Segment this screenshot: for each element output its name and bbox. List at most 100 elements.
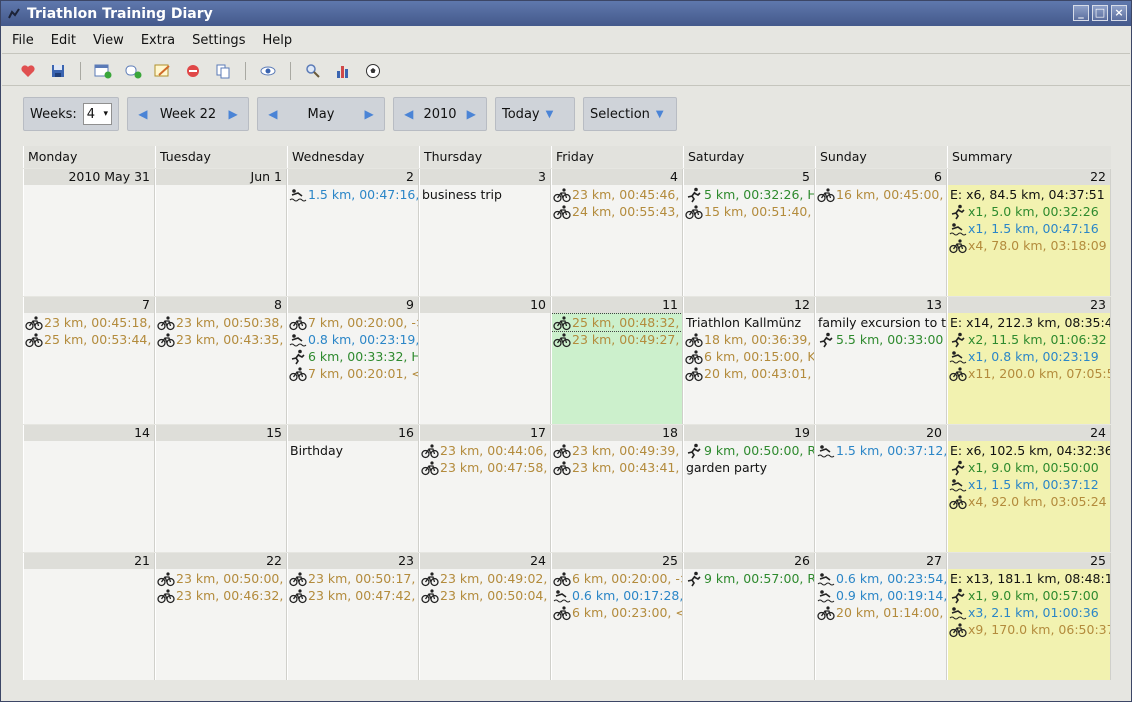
bike-entry[interactable]: 6 km, 00:20:00, -> bbox=[552, 570, 682, 587]
note-entry[interactable]: Triathlon Kallmünz bbox=[684, 314, 814, 331]
bike-entry[interactable]: 23 km, 00:50:17, - bbox=[288, 570, 418, 587]
selection-button[interactable]: Selection ▼ bbox=[583, 97, 677, 131]
note-entry[interactable]: business trip bbox=[420, 186, 550, 203]
today-button[interactable]: Today ▼ bbox=[495, 97, 575, 131]
day-cell[interactable]: 16 Birthday bbox=[287, 425, 419, 552]
note-entry[interactable]: garden party bbox=[684, 459, 814, 476]
prev-week-button[interactable]: ◀ bbox=[134, 102, 152, 126]
run-entry[interactable]: 5 km, 00:32:26, Ha bbox=[684, 186, 814, 203]
bike-entry[interactable]: 23 km, 00:43:41, < bbox=[552, 459, 682, 476]
run-entry[interactable]: x1, 9.0 km, 00:57:00 bbox=[948, 587, 1110, 604]
summary-total[interactable]: E: x14, 212.3 km, 08:35:46 bbox=[948, 314, 1110, 331]
run-entry[interactable]: 5.5 km, 00:33:00 bbox=[816, 331, 946, 348]
swim-entry[interactable]: 0.6 km, 00:17:28, I bbox=[552, 587, 682, 604]
day-cell[interactable]: 14 bbox=[23, 425, 155, 552]
minimize-button[interactable]: _ bbox=[1073, 5, 1089, 21]
next-month-button[interactable]: ▶ bbox=[360, 102, 378, 126]
new-entry-icon[interactable] bbox=[89, 58, 117, 84]
day-cell[interactable]: 19 9 km, 00:50:00, Ra garden party bbox=[683, 425, 815, 552]
day-cell[interactable]: 6 16 km, 00:45:00, < bbox=[815, 169, 947, 296]
day-cell[interactable]: 7 23 km, 00:45:18, - 25 km, 00:53:44, < bbox=[23, 297, 155, 424]
menu-file[interactable]: File bbox=[2, 33, 40, 48]
day-cell[interactable]: 4 23 km, 00:45:46, - 24 km, 00:55:43, < bbox=[551, 169, 683, 296]
prev-year-button[interactable]: ◀ bbox=[400, 102, 418, 126]
bike-entry[interactable]: 15 km, 00:51:40, - bbox=[684, 203, 814, 220]
menu-view[interactable]: View bbox=[82, 33, 130, 48]
day-cell[interactable]: 9 7 km, 00:20:00, -> 0.8 km, 00:23:19, I 6 … bbox=[287, 297, 419, 424]
prev-month-button[interactable]: ◀ bbox=[264, 102, 282, 126]
bike-entry[interactable]: 7 km, 00:20:00, -> bbox=[288, 314, 418, 331]
menu-extra[interactable]: Extra bbox=[130, 33, 181, 48]
day-cell[interactable]: 20 1.5 km, 00:37:12, I bbox=[815, 425, 947, 552]
day-cell[interactable]: Jun 1 bbox=[155, 169, 287, 296]
day-cell[interactable]: 22 23 km, 00:50:00, - 23 km, 00:46:32, < bbox=[155, 553, 287, 680]
maximize-button[interactable]: □ bbox=[1092, 5, 1108, 21]
bike-entry[interactable]: 23 km, 00:47:42, < bbox=[288, 587, 418, 604]
bike-entry[interactable]: 23 km, 00:45:18, - bbox=[24, 314, 154, 331]
bike-entry[interactable]: 25 km, 00:53:44, < bbox=[24, 331, 154, 348]
edit-icon[interactable] bbox=[149, 58, 177, 84]
bike-entry[interactable]: 23 km, 00:49:27, < bbox=[552, 331, 682, 348]
delete-icon[interactable] bbox=[179, 58, 207, 84]
next-year-button[interactable]: ▶ bbox=[462, 102, 480, 126]
day-cell[interactable]: 23 23 km, 00:50:17, - 23 km, 00:47:42, < bbox=[287, 553, 419, 680]
swim-entry[interactable]: x3, 2.1 km, 01:00:36 bbox=[948, 604, 1110, 621]
copy-icon[interactable] bbox=[209, 58, 237, 84]
bike-entry[interactable]: 6 km, 00:23:00, <- bbox=[552, 604, 682, 621]
swim-entry[interactable]: 0.8 km, 00:23:19, I bbox=[288, 331, 418, 348]
bike-entry[interactable]: 24 km, 00:55:43, < bbox=[552, 203, 682, 220]
bike-entry[interactable]: 23 km, 00:50:38, - bbox=[156, 314, 286, 331]
swim-entry[interactable]: 1.5 km, 00:37:12, I bbox=[816, 442, 946, 459]
note-entry[interactable]: Birthday bbox=[288, 442, 418, 459]
soccer-ball-icon[interactable] bbox=[359, 58, 387, 84]
day-cell[interactable]: 17 23 km, 00:44:06, - 23 km, 00:47:58, < bbox=[419, 425, 551, 552]
day-cell[interactable]: 13 family excursion to the 5.5 km, 00:33:0… bbox=[815, 297, 947, 424]
day-cell[interactable]: 27 0.6 km, 00:23:54, I 0.9 km, 00:19:14, I… bbox=[815, 553, 947, 680]
view-icon[interactable] bbox=[254, 58, 282, 84]
day-cell[interactable]: 2010 May 31 bbox=[23, 169, 155, 296]
swim-entry[interactable]: x1, 1.5 km, 00:37:12 bbox=[948, 476, 1110, 493]
day-cell[interactable]: 26 9 km, 00:57:00, Ra bbox=[683, 553, 815, 680]
bike-entry[interactable]: 23 km, 00:49:39, - bbox=[552, 442, 682, 459]
next-week-button[interactable]: ▶ bbox=[224, 102, 242, 126]
bike-entry[interactable]: 6 km, 00:15:00, Ka bbox=[684, 348, 814, 365]
day-cell[interactable]: 8 23 km, 00:50:38, - 23 km, 00:43:35, < bbox=[155, 297, 287, 424]
day-cell[interactable]: 11 25 km, 00:48:32, - 23 km, 00:49:27, < bbox=[551, 297, 683, 424]
summary-total[interactable]: E: x13, 181.1 km, 08:48:13 bbox=[948, 570, 1110, 587]
run-entry[interactable]: x2, 11.5 km, 01:06:32 bbox=[948, 331, 1110, 348]
day-cell[interactable]: 2 1.5 km, 00:47:16, I bbox=[287, 169, 419, 296]
day-cell[interactable]: 3 business trip bbox=[419, 169, 551, 296]
day-cell[interactable]: 24 23 km, 00:49:02, < 23 km, 00:50:04, < bbox=[419, 553, 551, 680]
day-cell[interactable]: 5 5 km, 00:32:26, Ha 15 km, 00:51:40, - bbox=[683, 169, 815, 296]
summary-total[interactable]: E: x6, 102.5 km, 04:32:36 bbox=[948, 442, 1110, 459]
bike-entry[interactable]: 23 km, 00:43:35, < bbox=[156, 331, 286, 348]
save-icon[interactable] bbox=[44, 58, 72, 84]
day-cell[interactable]: 25 6 km, 00:20:00, -> 0.6 km, 00:17:28, I6… bbox=[551, 553, 683, 680]
run-entry[interactable]: x1, 5.0 km, 00:32:26 bbox=[948, 203, 1110, 220]
swim-entry[interactable]: 1.5 km, 00:47:16, I bbox=[288, 186, 418, 203]
swim-entry[interactable]: x1, 1.5 km, 00:47:16 bbox=[948, 220, 1110, 237]
weeks-spinbox[interactable]: 4 ▾ bbox=[82, 103, 112, 125]
swim-entry[interactable]: 0.9 km, 00:19:14, I bbox=[816, 587, 946, 604]
run-entry[interactable]: 6 km, 00:33:32, Hö bbox=[288, 348, 418, 365]
chart-icon[interactable] bbox=[329, 58, 357, 84]
day-cell[interactable]: 15 bbox=[155, 425, 287, 552]
day-cell[interactable]: 10 bbox=[419, 297, 551, 424]
bike-entry[interactable]: 18 km, 00:36:39, - bbox=[684, 331, 814, 348]
bike-entry[interactable]: 20 km, 00:43:01, < bbox=[684, 365, 814, 382]
bike-entry[interactable]: x4, 92.0 km, 03:05:24 bbox=[948, 493, 1110, 510]
title-bar[interactable]: Triathlon Training Diary _ □ × bbox=[1, 1, 1131, 26]
summary-cell[interactable]: 23 E: x14, 212.3 km, 08:35:46 x2, 11.5 km,… bbox=[947, 297, 1111, 424]
bike-entry[interactable]: x11, 200.0 km, 07:05:55 bbox=[948, 365, 1110, 382]
day-cell[interactable]: 12 Triathlon Kallmünz 18 km, 00:36:39, - 6 … bbox=[683, 297, 815, 424]
bike-entry[interactable]: x9, 170.0 km, 06:50:37 bbox=[948, 621, 1110, 638]
bike-entry[interactable]: 23 km, 00:47:58, < bbox=[420, 459, 550, 476]
menu-settings[interactable]: Settings bbox=[181, 33, 251, 48]
swim-entry[interactable]: 0.6 km, 00:23:54, I bbox=[816, 570, 946, 587]
bike-entry[interactable]: x4, 78.0 km, 03:18:09 bbox=[948, 237, 1110, 254]
swim-entry[interactable]: x1, 0.8 km, 00:23:19 bbox=[948, 348, 1110, 365]
bike-entry[interactable]: 23 km, 00:46:32, < bbox=[156, 587, 286, 604]
bike-entry[interactable]: 23 km, 00:45:46, - bbox=[552, 186, 682, 203]
bike-entry[interactable]: 7 km, 00:20:01, <- bbox=[288, 365, 418, 382]
bike-entry[interactable]: 20 km, 01:14:00, S bbox=[816, 604, 946, 621]
